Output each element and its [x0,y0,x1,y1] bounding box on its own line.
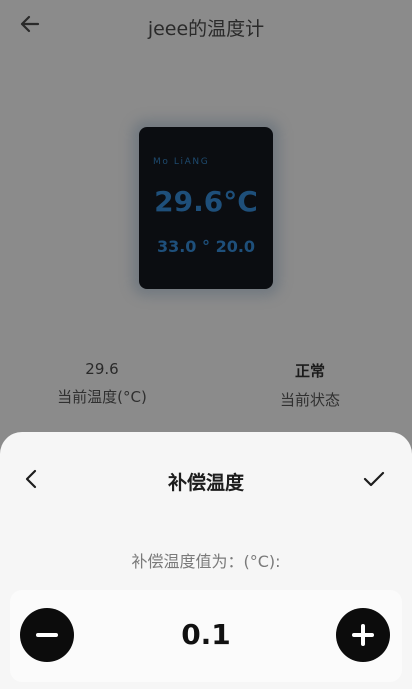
plus-icon [352,624,374,646]
sheet-header: 补偿温度 [0,432,412,528]
device-temperature: 29.6°C [154,185,258,218]
current-status-label: 当前状态 [279,391,340,409]
compensation-stepper: 0.1 [10,590,402,682]
check-icon[interactable] [362,468,386,490]
compensation-bottom-sheet: 补偿温度 补偿温度值为：(°C): 0.1 [0,432,412,689]
current-temperature-value: 29.6 [85,360,119,378]
increment-button[interactable] [336,608,390,662]
thermometer-device-image: Mo LiANG 29.6°C 33.0 ° 20.0 [139,127,273,289]
current-status-stat: 正常 当前状态 [250,360,370,410]
current-temperature-stat: 29.6 当前温度(°C) [40,360,164,407]
device-range: 33.0 ° 20.0 [156,237,256,256]
sheet-title: 补偿温度 [167,472,244,494]
current-status-value: 正常 [294,362,325,380]
top-bar: jeee的温度计 [0,0,412,52]
compensation-subtitle: 补偿温度值为：(°C): [131,552,281,571]
device-brand: Mo LiANG [153,157,210,167]
page-title: jeee的温度计 [147,18,265,40]
current-temperature-label: 当前温度(°C) [57,388,147,406]
